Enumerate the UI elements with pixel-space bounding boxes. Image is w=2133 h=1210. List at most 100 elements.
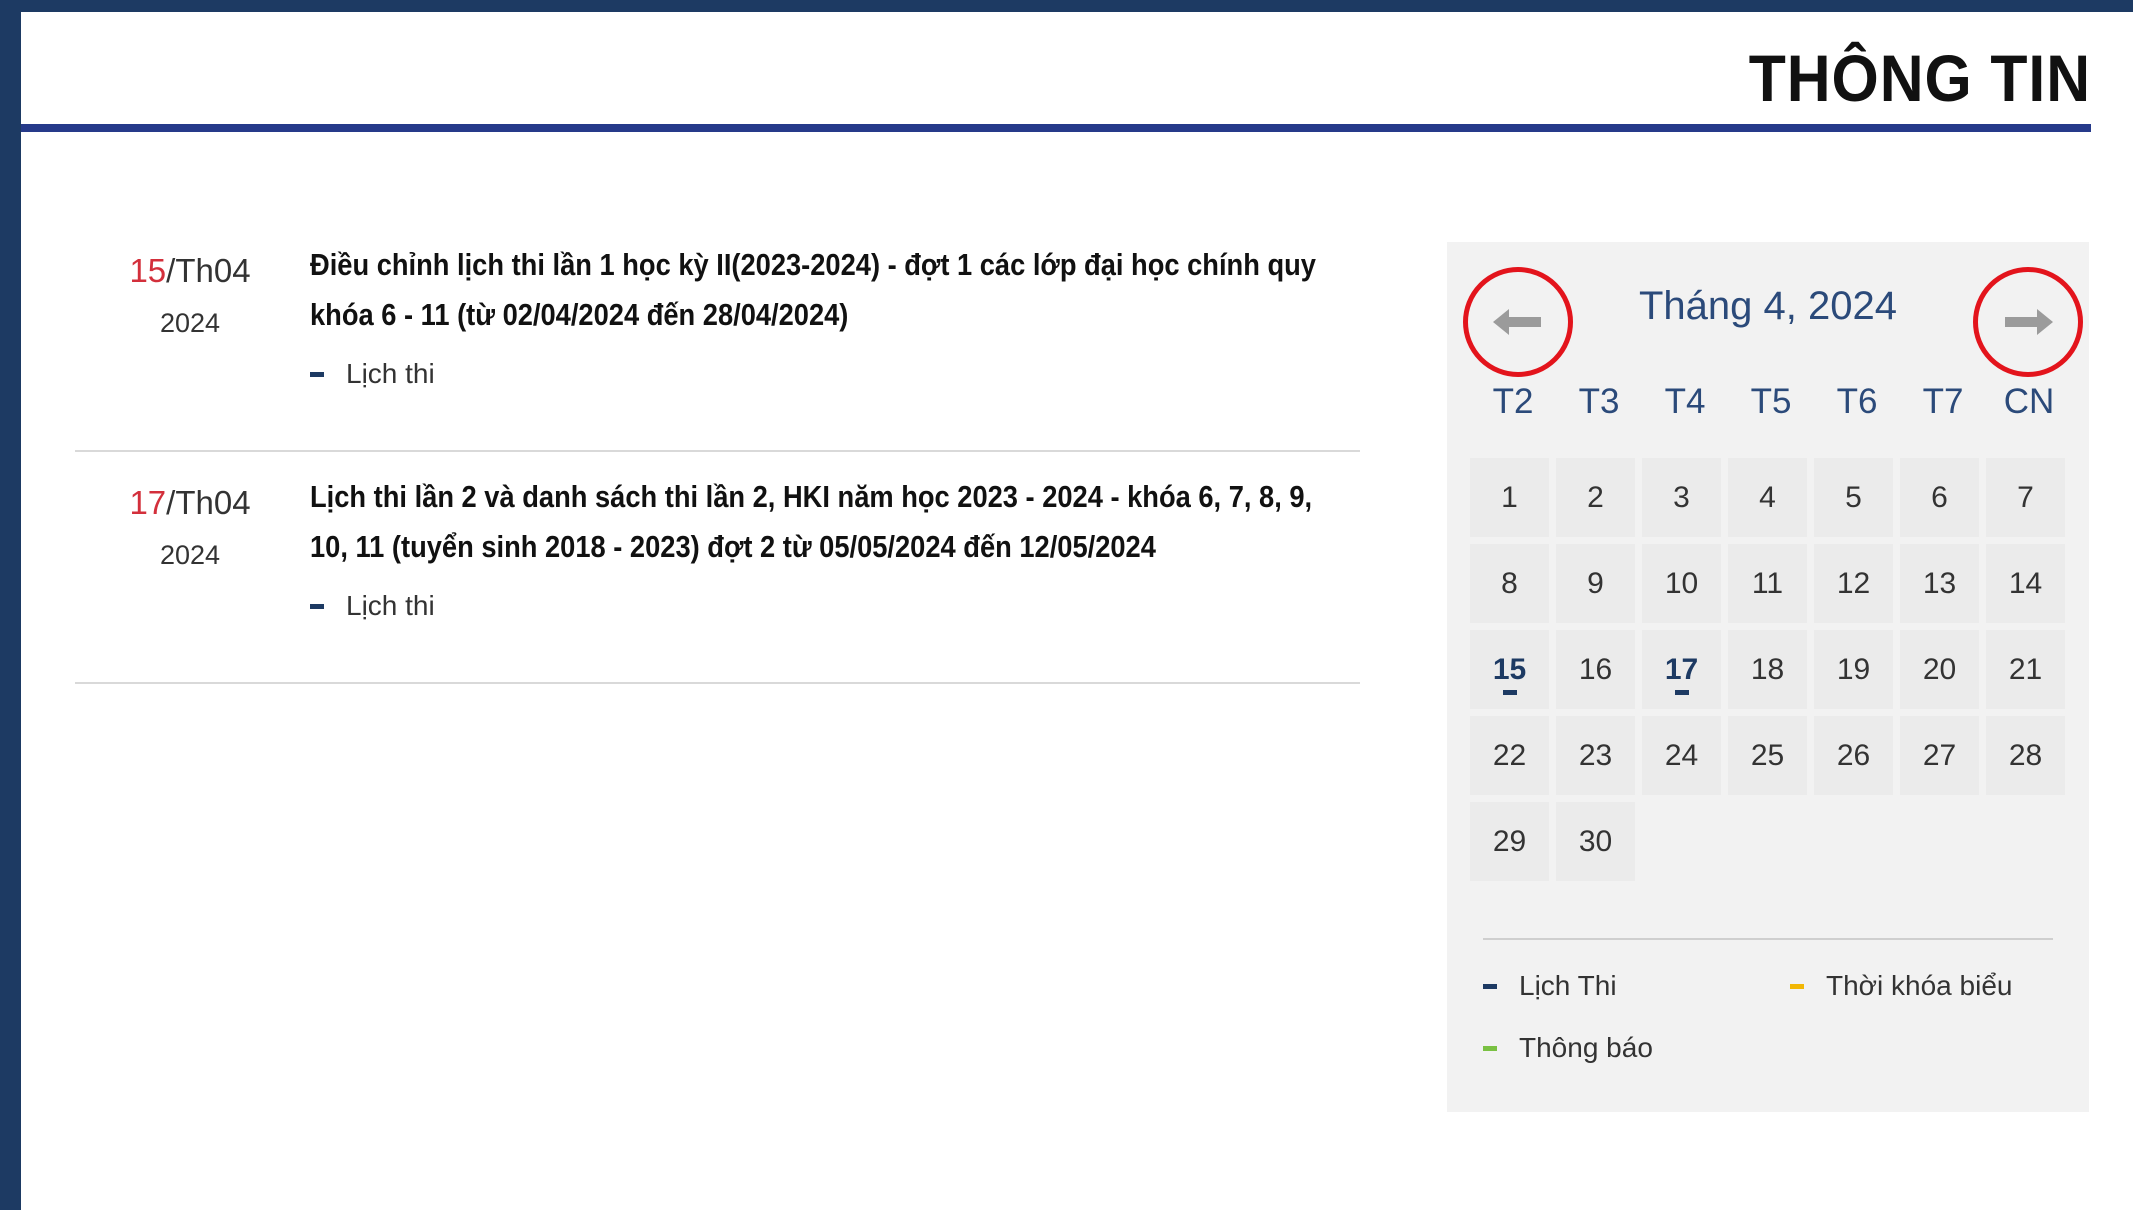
calendar-day: 29 [1470, 802, 1549, 881]
event-calendar: Tháng 4, 2024 T2 T3 T4 T5 T6 T7 CN 12345… [1447, 242, 2089, 1112]
calendar-day: 16 [1556, 630, 1635, 709]
calendar-day: 12 [1814, 544, 1893, 623]
legend-marker [1790, 983, 1804, 989]
calendar-day: 22 [1470, 716, 1549, 795]
news-title-link[interactable]: Điều chỉnh lịch thi lần 1 học kỳ II(2023… [310, 240, 1331, 340]
header-divider [21, 124, 2091, 132]
date-day: 15 [129, 252, 167, 289]
frame-left-border [0, 0, 21, 1210]
calendar-day-number: 18 [1750, 652, 1785, 686]
legend-marker [1483, 983, 1497, 989]
date-day: 17 [129, 484, 167, 521]
calendar-day-number: 15 [1492, 652, 1527, 686]
event-marker [1674, 690, 1689, 695]
calendar-day: 3 [1642, 458, 1721, 537]
calendar-day: 21 [1986, 630, 2065, 709]
weekday-header: T2 T3 T4 T5 T6 T7 CN [1470, 382, 2072, 422]
calendar-day-number: 30 [1578, 824, 1613, 858]
calendar-days-grid: 1 2 3 4 5 6 7 8 9 10 11 12 13 14 15 16 17 18 19 20 21 22 23 24 2… [1470, 458, 2065, 881]
weekday-label: T5 [1750, 382, 1792, 421]
calendar-day-number: 17 [1664, 652, 1699, 686]
calendar-day: 10 [1642, 544, 1721, 623]
calendar-day-number: 14 [2008, 566, 2043, 600]
news-item: 17/Th04 2024 Lịch thi lần 2 và danh sách… [75, 472, 1360, 684]
calendar-day: 30 [1556, 802, 1635, 881]
weekday-label: T7 [1922, 382, 1964, 421]
calendar-day-number: 8 [1501, 566, 1518, 600]
calendar-day-number: 10 [1664, 566, 1699, 600]
calendar-day: 13 [1900, 544, 1979, 623]
weekday-label: T4 [1664, 382, 1706, 421]
date-year: 2024 [159, 540, 221, 570]
calendar-day-number: 24 [1664, 738, 1699, 772]
frame-top-border [0, 0, 2133, 12]
calendar-day: 6 [1900, 458, 1979, 537]
news-date: 17/Th04 2024 [115, 484, 265, 571]
news-list: 15/Th04 2024 Điều chỉnh lịch thi lần 1 h… [75, 240, 1360, 704]
legend-item-thong-bao: Thông báo [1483, 1032, 1653, 1064]
event-marker [1502, 690, 1517, 695]
calendar-day: 24 [1642, 716, 1721, 795]
calendar-day: 14 [1986, 544, 2065, 623]
calendar-day: 26 [1814, 716, 1893, 795]
calendar-day: 9 [1556, 544, 1635, 623]
news-date: 15/Th04 2024 [115, 252, 265, 339]
category-label: Lịch thi [346, 590, 435, 621]
calendar-day: 8 [1470, 544, 1549, 623]
calendar-day: 27 [1900, 716, 1979, 795]
news-title-link[interactable]: Lịch thi lần 2 và danh sách thi lần 2, H… [310, 472, 1331, 572]
calendar-day-number: 22 [1492, 738, 1527, 772]
weekday-label: T6 [1836, 382, 1878, 421]
calendar-day-number: 25 [1750, 738, 1785, 772]
calendar-day: 7 [1986, 458, 2065, 537]
calendar-day-number: 19 [1836, 652, 1871, 686]
legend-label: Lịch Thi [1519, 970, 1617, 1001]
calendar-day-number: 21 [2008, 652, 2043, 686]
calendar-day-number: 20 [1922, 652, 1957, 686]
calendar-day-number: 11 [1751, 566, 1784, 600]
page-title: THÔNG TIN [1748, 41, 2091, 115]
calendar-day[interactable]: 15 [1470, 630, 1549, 709]
calendar-day: 28 [1986, 716, 2065, 795]
weekday-label: T2 [1492, 382, 1534, 421]
calendar-day[interactable]: 17 [1642, 630, 1721, 709]
calendar-day-number: 3 [1673, 480, 1690, 514]
calendar-day: 19 [1814, 630, 1893, 709]
calendar-day-number: 9 [1587, 566, 1604, 600]
category-marker [310, 603, 324, 609]
legend-label: Thông báo [1519, 1032, 1653, 1063]
calendar-day: 18 [1728, 630, 1807, 709]
calendar-day-number: 23 [1578, 738, 1613, 772]
news-item: 15/Th04 2024 Điều chỉnh lịch thi lần 1 h… [75, 240, 1360, 452]
calendar-day-number: 4 [1759, 480, 1776, 514]
calendar-day: 2 [1556, 458, 1635, 537]
calendar-day-number: 16 [1578, 652, 1613, 686]
date-year: 2024 [159, 308, 221, 338]
news-category[interactable]: Lịch thi [310, 590, 1340, 622]
calendar-day-number: 13 [1922, 566, 1957, 600]
date-month: /Th04 [166, 252, 251, 289]
date-month: /Th04 [166, 484, 251, 521]
calendar-day-number: 29 [1492, 824, 1527, 858]
legend-item-lich-thi: Lịch Thi [1483, 970, 1617, 1002]
calendar-day: 1 [1470, 458, 1549, 537]
calendar-day: 23 [1556, 716, 1635, 795]
category-label: Lịch thi [346, 358, 435, 389]
weekday-label: T3 [1578, 382, 1620, 421]
category-marker [310, 371, 324, 377]
calendar-day-number: 2 [1587, 480, 1604, 514]
next-month-button[interactable] [1973, 267, 2083, 377]
calendar-day: 11 [1728, 544, 1807, 623]
calendar-day-number: 7 [2017, 480, 2034, 514]
calendar-day: 4 [1728, 458, 1807, 537]
calendar-day: 5 [1814, 458, 1893, 537]
calendar-day: 20 [1900, 630, 1979, 709]
calendar-day-number: 1 [1501, 480, 1518, 514]
news-category[interactable]: Lịch thi [310, 358, 1340, 390]
calendar-day-number: 12 [1836, 566, 1871, 600]
calendar-day-number: 28 [2008, 738, 2043, 772]
arrow-right-icon [2005, 309, 2053, 335]
legend-label: Thời khóa biểu [1826, 970, 2013, 1001]
calendar-day-number: 6 [1931, 480, 1948, 514]
calendar-day-number: 27 [1922, 738, 1957, 772]
